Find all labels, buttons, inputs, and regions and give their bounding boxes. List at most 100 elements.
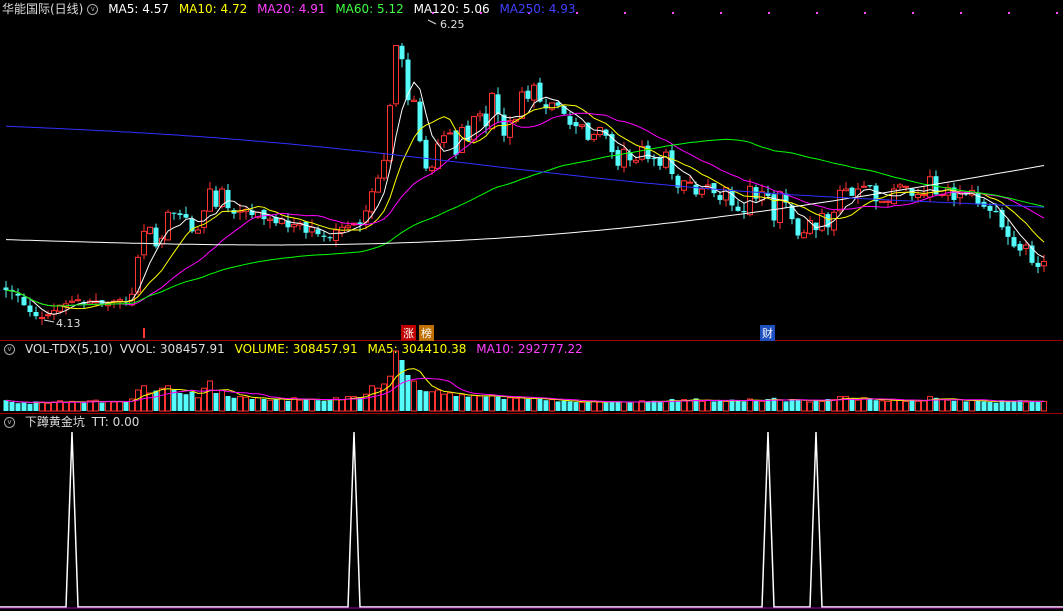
candle-body-up [165,211,171,241]
volume-bar-up [819,400,825,412]
candle-body-up [531,84,537,101]
chevron-down-icon[interactable]: v [87,4,99,15]
event-mark-zhang[interactable]: 涨 [401,325,416,341]
volume-bar-down [963,401,969,411]
volume-bar-down [603,402,609,411]
event-mark-cai[interactable]: 财 [760,325,775,341]
volume-bar-up [387,375,393,412]
candle-body-up [915,194,921,199]
volume-bar-down [543,400,549,411]
candle-body-up [117,299,123,302]
volume-bar-up [51,401,57,412]
high-pointer [427,19,437,25]
candle-body-up [519,91,525,119]
volume-bar-down [909,399,915,411]
volume-bar-up [39,401,45,412]
candle-body-down [315,229,321,235]
volume-bar-down [657,402,663,411]
volume-bar-up [633,401,639,412]
volume-bar-up [969,399,975,412]
volume-bar-up [687,400,693,412]
volume-bar-down [789,399,795,411]
chart-stage[interactable]: 华能国际(日线) v MA5: 4.57 MA10: 4.72 MA20: 4.9… [0,0,1063,611]
volume-bar-down [753,400,759,411]
top-marker-dot [912,12,914,14]
volume-bar-down [153,390,159,411]
volume-bar-up [393,350,399,412]
candle-body-down [1035,262,1041,267]
volume-bar-up [939,398,945,412]
volume-bar-up [471,394,477,412]
volume-bar-up [339,399,345,412]
candle-body-down [399,45,405,60]
top-marker-dot [768,12,770,14]
volume-bar-down [213,393,219,411]
volume-bar-up [531,397,537,412]
legend-vol-ma10: MA10: 292777.22 [476,342,583,356]
candle-body-down [1011,237,1017,247]
indicator-name: 下蹲黄金坑 [24,415,85,429]
candle-body-up [921,194,927,197]
candle-body-up [393,45,399,105]
candle-body-up [291,224,297,228]
candle-body-down [615,149,621,166]
volume-bar-up [447,392,453,412]
volume-bar-down [321,400,327,411]
main-legend: 华能国际(日线) v MA5: 4.57 MA10: 4.72 MA20: 4.9… [2,2,581,16]
legend-ma20: MA20: 4.91 [257,2,326,16]
legend-ma60: MA60: 5.12 [335,2,404,16]
volume-bar-down [453,396,459,411]
volume-bar-up [435,389,441,412]
candle-body-down [303,221,309,233]
volume-bar-down [645,401,651,411]
candle-body-down [849,187,855,196]
top-marker-dot [1008,12,1010,14]
volume-bar-up [267,399,273,412]
volume-bar-down [303,399,309,411]
volume-bar-up [879,400,885,412]
volume-bar-down [495,396,501,411]
candle-body-up [39,317,45,319]
volume-bar-down [993,402,999,411]
volume-bar-down [273,399,279,411]
volume-bar-up [513,397,519,412]
chevron-down-icon[interactable]: v [4,344,15,355]
volume-bar-up [903,400,909,412]
volume-bar-down [21,402,27,411]
volume-bar-down [555,401,561,411]
event-mark-bang[interactable]: 榜 [419,325,434,341]
volume-legend: v VOL-TDX(5,10) VVOL: 308457.91 VOLUME: … [2,342,589,356]
top-marker-dot [1056,12,1058,14]
candle-body-up [267,218,273,222]
volume-bar-up [279,397,285,412]
candle-body-down [645,145,651,159]
panel-divider-volume [0,413,1063,414]
legend-ma5: MA5: 4.57 [108,2,169,16]
candle-body-up [879,200,885,204]
candle-body-up [699,188,705,195]
volume-bar-down [615,402,621,411]
volume-bar-up [621,401,627,412]
volume-bar-down [15,403,21,411]
chevron-down-icon[interactable]: v [4,417,15,428]
candle-body-down [573,122,579,127]
chart-svg[interactable] [0,0,1063,611]
volume-bar-up [147,392,153,412]
vol-indicator-name: VOL-TDX(5,10) [24,342,113,356]
volume-bar-up [507,397,513,412]
volume-bar-down [975,400,981,411]
candle-body-up [381,159,387,179]
candle-body-up [1023,244,1029,249]
low-pointer [43,319,55,323]
volume-bar-up [579,402,585,412]
volume-bar-up [441,393,447,412]
event-marker-red[interactable] [143,328,151,338]
candle-body-up [45,314,51,317]
volume-bar-down [981,401,987,411]
volume-bar-down [483,396,489,411]
volume-bar-down [987,402,993,411]
volume-bar-up [957,399,963,412]
candle-body-down [567,116,573,125]
candle-body-up [801,232,807,239]
volume-bar-up [297,399,303,412]
